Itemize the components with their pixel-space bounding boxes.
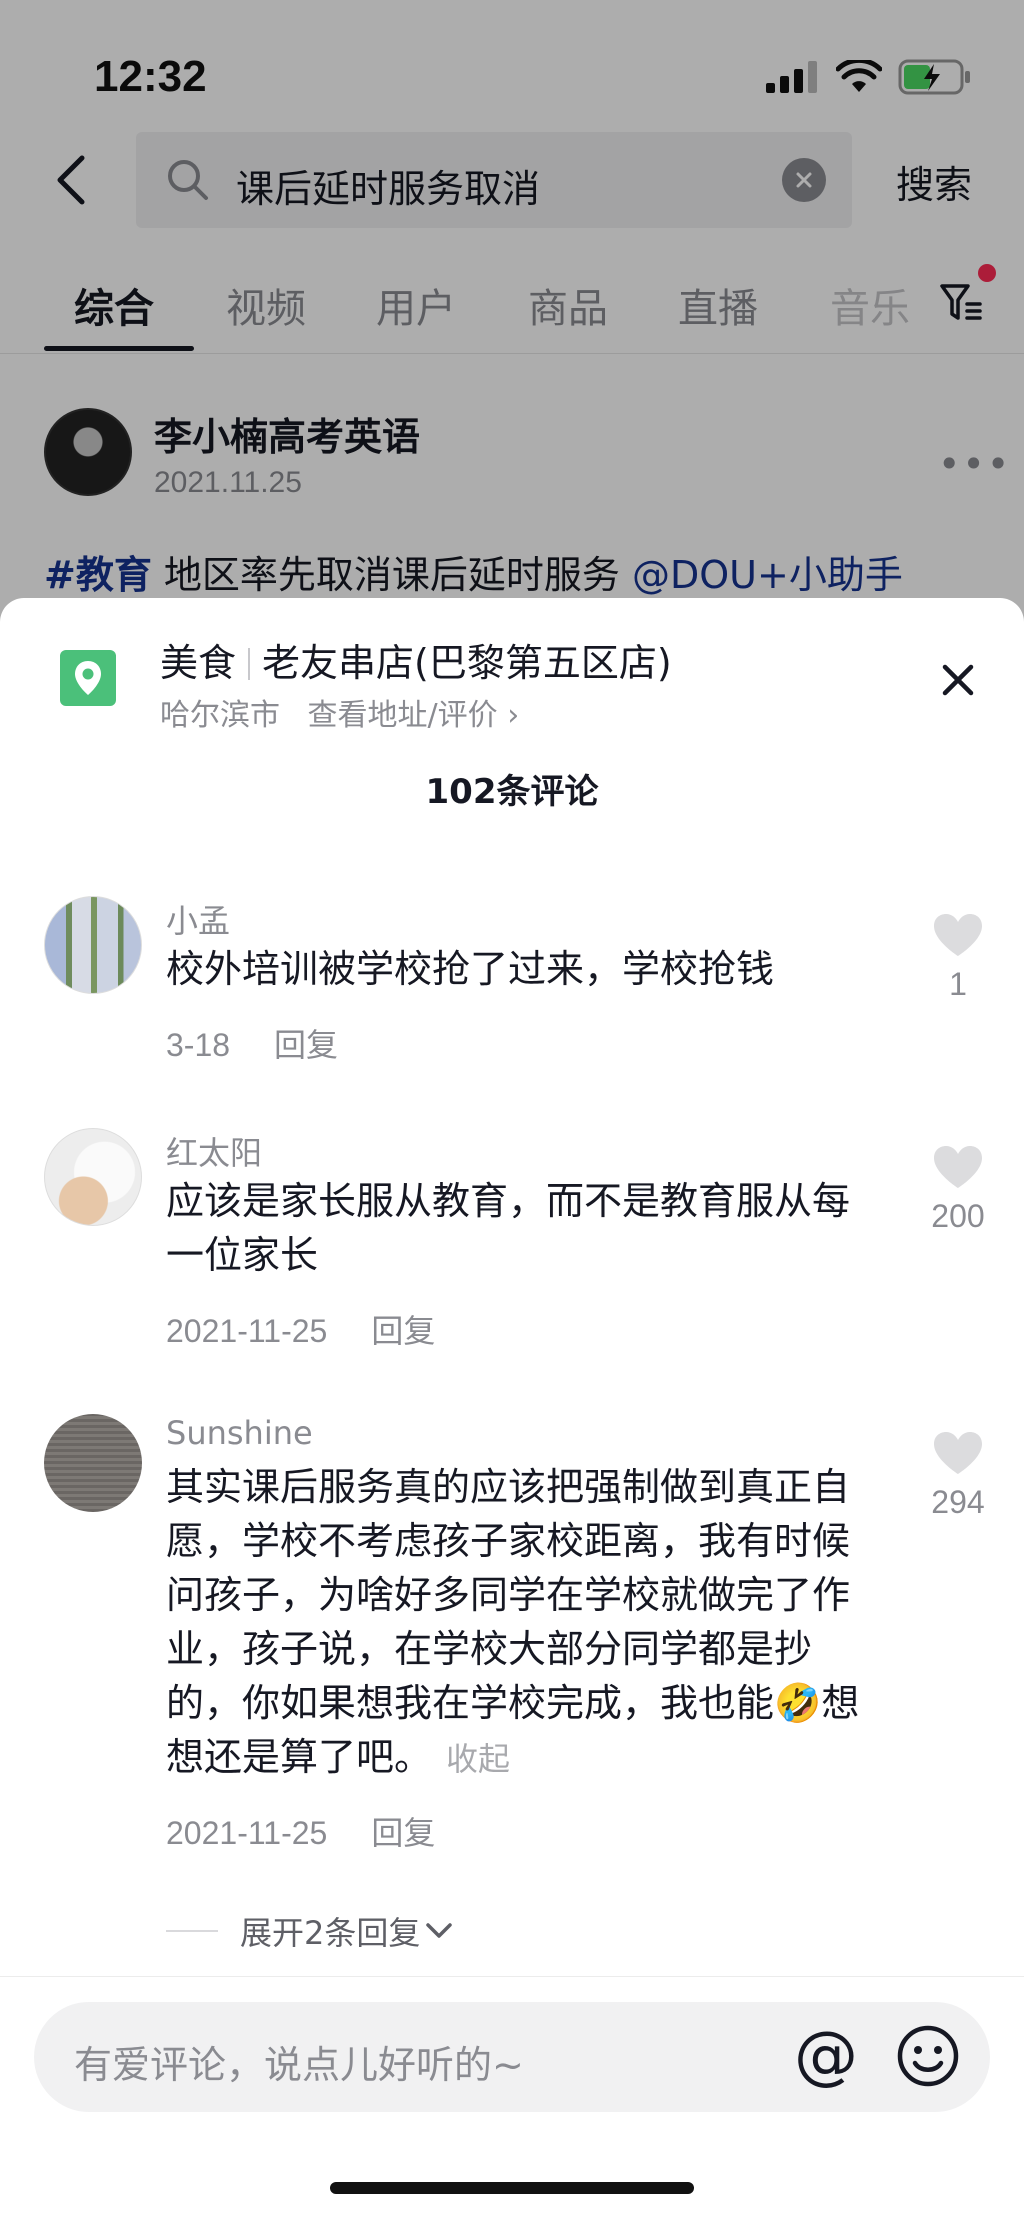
poi-name: 老友串店(巴黎第五区店) xyxy=(262,641,672,685)
comment-input-placeholder: 有爱评论，说点儿好听的~ xyxy=(74,2043,524,2087)
comment-username[interactable]: Sunshine xyxy=(166,1414,313,1452)
comment-date: 3-18 xyxy=(166,1027,231,1063)
avatar[interactable] xyxy=(44,1414,142,1512)
reply-button[interactable]: 回复 xyxy=(371,1814,435,1852)
expand-replies-label: 展开2条回复 xyxy=(240,1914,421,1952)
comment-count: 102条评论 xyxy=(425,772,599,812)
comment-username[interactable]: 小孟 xyxy=(166,896,230,942)
heart-icon xyxy=(934,914,982,956)
comment-meta: 2021-11-25 回复 xyxy=(166,1808,435,1854)
like-count: 200 xyxy=(931,1198,985,1234)
poi-category: 美食 xyxy=(160,641,237,685)
heart-icon xyxy=(934,1146,982,1188)
input-divider xyxy=(0,1976,1024,1977)
close-icon[interactable] xyxy=(938,660,978,700)
mention-at-button[interactable]: @ xyxy=(788,2018,864,2094)
comment-date: 2021-11-25 xyxy=(166,1313,328,1349)
location-pin-icon xyxy=(60,650,116,706)
dim-overlay[interactable] xyxy=(0,0,1024,640)
poi-separator xyxy=(248,648,251,680)
chevron-down-icon xyxy=(426,1923,453,1938)
comment-text: 应该是家长服从教育，而不是教育服从每一位家长 xyxy=(166,1179,851,1277)
comment-input[interactable]: 有爱评论，说点儿好听的~ @ xyxy=(34,2002,990,2112)
reply-button[interactable]: 回复 xyxy=(371,1312,435,1350)
poi-card[interactable]: 美食 老友串店(巴黎第五区店) 哈尔滨市 查看地址/评价 › xyxy=(0,628,1024,738)
comment-meta: 3-18 回复 xyxy=(166,1020,338,1066)
laughing-emoji-icon: 🤣 xyxy=(774,1681,822,1725)
avatar[interactable] xyxy=(44,1128,142,1226)
home-indicator[interactable] xyxy=(330,2182,694,2194)
expand-replies-button[interactable]: 展开2条回复 xyxy=(166,1908,454,1954)
poi-city: 哈尔滨市 xyxy=(160,698,280,733)
comment-sheet: 美食 老友串店(巴黎第五区店) 哈尔滨市 查看地址/评价 › 102条评论 小孟 … xyxy=(0,598,1024,2217)
comment-text: 其实课后服务真的应该把强制做到真正自愿，学校不考虑孩子家校距离，我有时候问孩子，… xyxy=(166,1460,876,1786)
comment-meta: 2021-11-25 回复 xyxy=(166,1306,435,1352)
emoji-icon[interactable] xyxy=(896,2024,960,2088)
comment-text: 校外培训被学校抢了过来，学校抢钱 xyxy=(166,947,775,991)
comment-date: 2021-11-25 xyxy=(166,1815,328,1851)
collapse-button[interactable]: 收起 xyxy=(446,1740,510,1778)
heart-icon xyxy=(934,1432,982,1474)
reply-button[interactable]: 回复 xyxy=(274,1026,338,1064)
avatar[interactable] xyxy=(44,896,142,994)
like-count: 1 xyxy=(949,966,967,1002)
like-button[interactable]: 1 xyxy=(918,912,998,1003)
comment-text-part: 其实课后服务真的应该把强制做到真正自愿，学校不考虑孩子家校距离，我有时候问孩子，… xyxy=(166,1465,851,1725)
poi-subtitle: 哈尔滨市 查看地址/评价 › xyxy=(160,690,519,734)
comment-username[interactable]: 红太阳 xyxy=(166,1128,262,1174)
like-count: 294 xyxy=(931,1484,985,1520)
expand-divider-line xyxy=(166,1930,218,1932)
like-button[interactable]: 294 xyxy=(918,1430,998,1521)
poi-view-address-link[interactable]: 查看地址/评价 › xyxy=(308,698,520,733)
like-button[interactable]: 200 xyxy=(918,1144,998,1235)
poi-title: 美食 老友串店(巴黎第五区店) xyxy=(160,632,672,687)
